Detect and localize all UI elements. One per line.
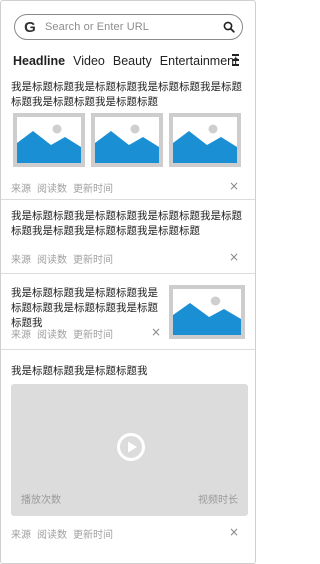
play-icon[interactable]	[116, 432, 146, 462]
news-title: 我是标题标题我是标题标题我是标题标题我是标题标题我是标题标题我	[11, 287, 158, 329]
read-count-label: 阅读数	[37, 184, 67, 195]
update-time-label: 更新时间	[73, 530, 113, 541]
tab-headline[interactable]: Headline	[13, 54, 65, 68]
news-title: 我是标题标题我是标题标题我是标题标题我是标题标题我是标题标题我是标题标题	[11, 81, 242, 108]
close-icon[interactable]: ×	[229, 180, 239, 192]
category-tabs: Headline Video Beauty Entertainment	[13, 51, 249, 71]
news-title: 我是标题标题我是标题标题我是标题标题我是标题标题我是标题我是标题标题我是标题标题	[11, 210, 242, 237]
google-logo-icon: G	[24, 18, 36, 36]
video-player[interactable]: 播放次数 视频时长	[11, 384, 248, 516]
update-time-label: 更新时间	[73, 330, 113, 341]
tab-beauty[interactable]: Beauty	[113, 54, 152, 68]
news-meta: 来源 阅读数 更新时间	[11, 180, 113, 195]
close-icon[interactable]: ×	[229, 526, 239, 538]
news-meta: 来源 阅读数 更新时间	[11, 326, 113, 341]
image-placeholder-icon	[13, 113, 85, 167]
image-placeholder-icon	[91, 113, 163, 167]
source-label: 来源	[11, 184, 31, 195]
play-count-label: 播放次数	[21, 495, 61, 506]
tab-video[interactable]: Video	[73, 54, 105, 68]
search-input[interactable]: Search or Enter URL	[45, 21, 216, 33]
read-count-label: 阅读数	[37, 255, 67, 266]
news-meta: 来源 阅读数 更新时间	[11, 526, 113, 541]
tab-entertainment[interactable]: Entertainment	[160, 54, 238, 68]
image-placeholder-icon	[169, 113, 241, 167]
read-count-label: 阅读数	[37, 330, 67, 341]
close-icon[interactable]: ×	[151, 326, 161, 338]
close-icon[interactable]: ×	[229, 251, 239, 263]
menu-icon[interactable]	[232, 54, 239, 66]
news-item-text[interactable]: 我是标题标题我是标题标题我是标题标题我是标题标题我是标题我是标题标题我是标题标题…	[1, 200, 255, 274]
news-item-right-image[interactable]: 我是标题标题我是标题标题我是标题标题我是标题标题我是标题标题我 来源 阅读数 更…	[1, 274, 255, 350]
news-item-three-images[interactable]: 我是标题标题我是标题标题我是标题标题我是标题标题我是标题标题我是标题标题 来源 …	[1, 76, 255, 200]
image-placeholder-icon	[169, 285, 245, 339]
news-meta: 来源 阅读数 更新时间	[11, 251, 113, 266]
search-bar[interactable]: G Search or Enter URL	[14, 14, 243, 40]
phone-frame: G Search or Enter URL Headline Video Bea…	[0, 0, 256, 564]
update-time-label: 更新时间	[73, 184, 113, 195]
source-label: 来源	[11, 330, 31, 341]
search-icon[interactable]	[216, 15, 242, 39]
source-label: 来源	[11, 255, 31, 266]
source-label: 来源	[11, 530, 31, 541]
update-time-label: 更新时间	[73, 255, 113, 266]
read-count-label: 阅读数	[37, 530, 67, 541]
news-item-video[interactable]: 我是标题标题我是标题标题我 播放次数 视频时长 来源 阅读数 更新时间 ×	[1, 350, 255, 550]
news-title: 我是标题标题我是标题标题我	[11, 365, 148, 377]
video-duration-label: 视频时长	[198, 495, 238, 506]
